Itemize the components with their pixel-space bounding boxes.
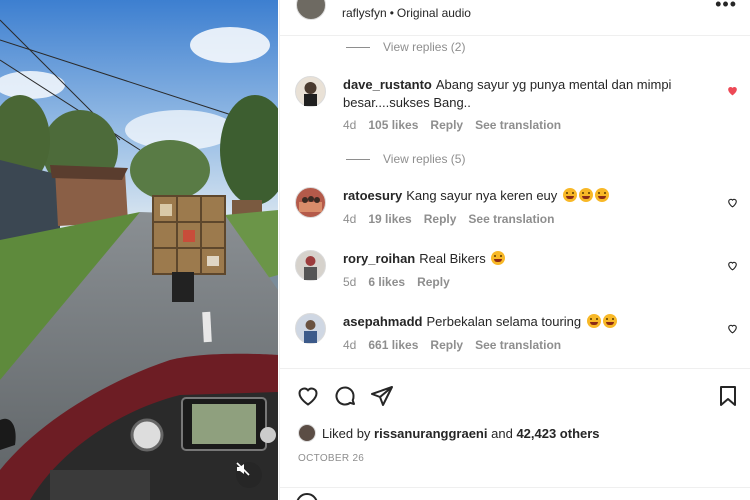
comment-avatar[interactable] [295,187,326,218]
comment-text: Real Bikers [419,251,486,266]
audio-label[interactable]: Original audio [397,6,471,20]
person-avatar-icon [304,320,317,343]
reply-button[interactable]: Reply [430,338,463,352]
divider [280,487,750,488]
post-date: OCTOBER 26 [298,453,365,464]
comment-username[interactable]: asepahmadd [343,314,422,329]
speaker-muted-icon [236,462,250,476]
reply-button[interactable]: Reply [417,275,450,289]
see-translation-button[interactable]: See translation [468,212,554,226]
video-frame [0,0,278,500]
post-header: raflysfyn • Original audio ••• [280,0,750,36]
comment-body: dave_rustanto Abang sayur yg punya mental… [343,76,723,112]
comment-username[interactable]: rory_roihan [343,251,415,266]
comment-username[interactable]: ratoesury [343,188,402,203]
heart-outline-icon[interactable] [726,196,739,209]
replies-line [346,46,370,48]
comment-age: 4d [343,212,357,226]
comment-body: asepahmadd Perbekalan selama touring [343,313,723,331]
header-separator: • [389,6,394,20]
comment-age: 5d [343,275,357,289]
view-replies-label: View replies (5) [383,152,466,166]
comment-meta: 4d 19 likes Reply See translation [343,212,566,226]
replies-line [346,158,370,160]
emoji-picker-icon[interactable] [296,493,318,500]
comment-avatar[interactable] [295,76,326,107]
comment-age: 4d [343,118,357,132]
grinning-face-icon [594,188,609,202]
more-options-icon[interactable]: ••• [715,0,737,15]
view-replies-button[interactable]: View replies (2) [346,40,465,54]
heart-eyes-face-icon [491,251,506,265]
laughing-face-icon [586,314,601,328]
liked-by-line: Liked by rissanuranggraeni and 42,423 ot… [298,424,600,442]
comment-meta: 4d 661 likes Reply See translation [343,338,573,352]
liked-by-user[interactable]: rissanuranggraeni [374,426,487,441]
comment-body: rory_roihan Real Bikers [343,250,723,268]
comment-bubble-icon[interactable] [333,384,357,408]
share-paper-plane-icon[interactable] [370,384,394,408]
liked-by-and: and [491,425,513,441]
view-replies-button[interactable]: View replies (5) [346,152,465,166]
heart-outline-icon[interactable] [726,322,739,335]
group-photo-avatar-icon [299,196,322,212]
post-side-panel: raflysfyn • Original audio ••• View replie… [279,0,750,500]
comment-avatar[interactable] [295,250,326,281]
comment-likes[interactable]: 6 likes [368,275,405,289]
comment-likes[interactable]: 19 likes [368,212,411,226]
reply-button[interactable]: Reply [424,212,457,226]
author-username[interactable]: raflysfyn [342,6,387,20]
see-translation-button[interactable]: See translation [475,338,561,352]
liked-by-count[interactable]: 42,423 others [516,426,599,441]
comment-likes[interactable]: 661 likes [368,338,418,352]
view-replies-label: View replies (2) [383,40,466,54]
person-avatar-icon [304,82,317,106]
comment-username[interactable]: dave_rustanto [343,77,432,92]
mute-button[interactable] [236,462,262,488]
grinning-face-icon [562,188,577,202]
bookmark-icon[interactable] [716,384,740,408]
laughing-face-icon [602,314,617,328]
liker-avatar[interactable] [298,424,316,442]
like-heart-icon[interactable] [296,384,320,408]
comment-likes[interactable]: 105 likes [368,118,418,132]
comment-body: ratoesury Kang sayur nya keren euy [343,187,723,205]
post-actions: Liked by rissanuranggraeni and 42,423 ot… [280,368,750,500]
see-translation-button[interactable]: See translation [475,118,561,132]
comment-avatar[interactable] [295,313,326,344]
liked-by-prefix: Liked by [322,425,371,441]
comment-age: 4d [343,338,357,352]
author-avatar[interactable] [296,0,326,20]
heart-filled-icon[interactable] [726,84,739,97]
reply-button[interactable]: Reply [430,118,463,132]
video-player[interactable] [0,0,278,500]
comment-meta: 4d 105 likes Reply See translation [343,118,573,132]
comment-meta: 5d 6 likes Reply [343,275,462,289]
comment-text: Kang sayur nya keren euy [406,188,558,203]
comment-text: Perbekalan selama touring [426,314,582,329]
rider-avatar-icon [304,256,317,280]
heart-outline-icon[interactable] [726,259,739,272]
grinning-face-icon [578,188,593,202]
